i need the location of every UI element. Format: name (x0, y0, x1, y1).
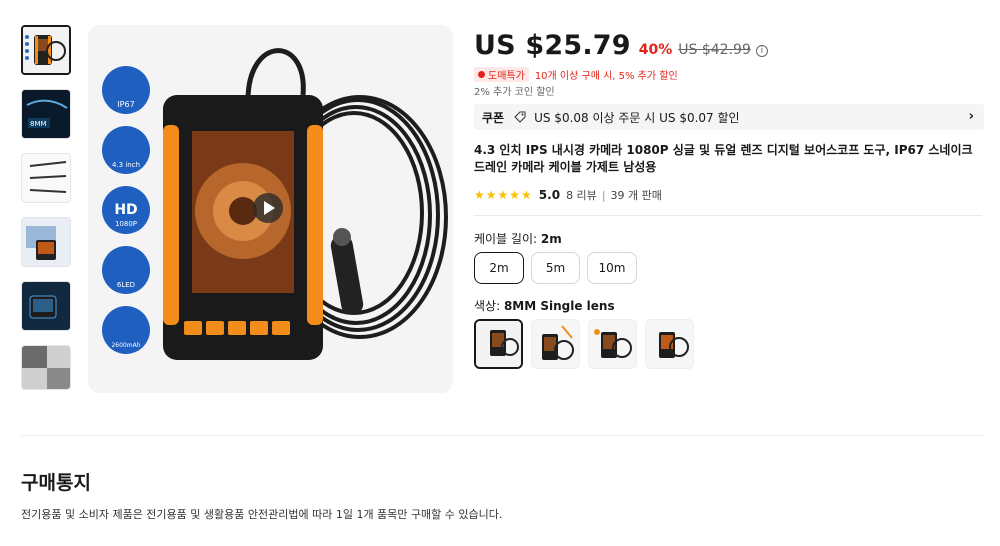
sold-count: 39 개 판매 (610, 189, 662, 202)
section-divider (21, 435, 984, 436)
color-options (474, 319, 702, 369)
info-icon[interactable]: i (755, 45, 768, 57)
sale-price: US $25.79 (474, 30, 631, 61)
color-label: 색상: 8MM Single lens (474, 297, 615, 314)
coupon-label: 쿠폰 (482, 110, 505, 125)
thumbnail-1[interactable] (21, 25, 71, 75)
color-option-2[interactable] (531, 319, 580, 369)
cable-option-10m[interactable]: 10m (587, 252, 637, 284)
cable-length-label: 케이블 길이: 2m (474, 230, 562, 247)
discount-percent: 40% (638, 42, 673, 58)
cable-option-5m[interactable]: 5m (531, 252, 580, 284)
thumbnail-3[interactable] (21, 153, 71, 203)
coupon-bar[interactable]: 쿠폰 US $0.08 이상 주문 시 US $0.07 할인 › (474, 104, 984, 130)
svg-text:2600mAh: 2600mAh (111, 342, 140, 349)
wholesale-tag: 도매특가 (474, 67, 529, 82)
star-rating-icon: ★★★★★ (474, 188, 533, 202)
thumbnail-2[interactable]: 8MM (21, 89, 71, 139)
svg-text:HD: HD (114, 202, 137, 218)
purchase-notice-text: 전기용품 및 소비자 제품은 전기용품 및 생활용품 안전관리법에 따라 1일 … (21, 508, 503, 521)
svg-text:8MM: 8MM (30, 120, 47, 128)
tag-icon (478, 71, 485, 78)
rating-score: 5.0 (538, 188, 561, 202)
original-price: US $42.99 (678, 42, 751, 58)
cable-length-options: 2m 5m 10m (474, 252, 644, 284)
svg-text:4.3 inch: 4.3 inch (112, 161, 140, 169)
price-row: US $25.79 40% US $42.99 i (474, 30, 768, 61)
color-option-3[interactable] (588, 319, 637, 369)
product-title: 4.3 인치 IPS 내시경 카메라 1080P 싱글 및 듀얼 렌즈 디지털 … (474, 143, 973, 174)
thumbnail-4[interactable] (21, 217, 71, 267)
color-selected: 8MM Single lens (503, 299, 615, 313)
purchase-notice-title: 구매통지 (21, 472, 91, 494)
color-title: 색상: (474, 299, 501, 313)
svg-text:6LED: 6LED (117, 281, 135, 289)
bulk-discount-row: 도매특가 10개 이상 구매 시, 5% 추가 할인 (474, 67, 678, 82)
bulk-discount-text: 10개 이상 구매 시, 5% 추가 할인 (534, 71, 678, 82)
review-count[interactable]: 8 리뷰 (566, 187, 597, 203)
color-option-4[interactable] (645, 319, 694, 369)
cable-length-selected: 2m (540, 232, 562, 246)
tag-icon (514, 111, 526, 123)
chevron-right-icon[interactable]: › (969, 110, 974, 123)
divider (474, 215, 982, 216)
color-option-1[interactable] (474, 319, 523, 369)
main-product-image[interactable]: IP67 4.3 inch HD 1080P 6LED 2600mAh (88, 25, 453, 393)
cable-option-2m[interactable]: 2m (474, 252, 524, 284)
wholesale-tag-label: 도매특가 (488, 71, 525, 82)
rating-separator: | (601, 188, 606, 202)
thumbnail-5[interactable] (21, 281, 71, 331)
svg-text:IP67: IP67 (117, 100, 134, 109)
coin-discount-text: 2% 추가 코인 할인 (474, 87, 555, 98)
svg-text:1080P: 1080P (115, 220, 137, 228)
cable-length-title: 케이블 길이: (474, 232, 538, 246)
rating-row: ★★★★★ 5.0 8 리뷰 | 39 개 판매 (474, 187, 662, 203)
thumbnail-6[interactable] (21, 345, 71, 390)
coupon-text: US $0.08 이상 주문 시 US $0.07 할인 (534, 110, 740, 125)
thumbnail-list: 8MM (21, 25, 73, 390)
